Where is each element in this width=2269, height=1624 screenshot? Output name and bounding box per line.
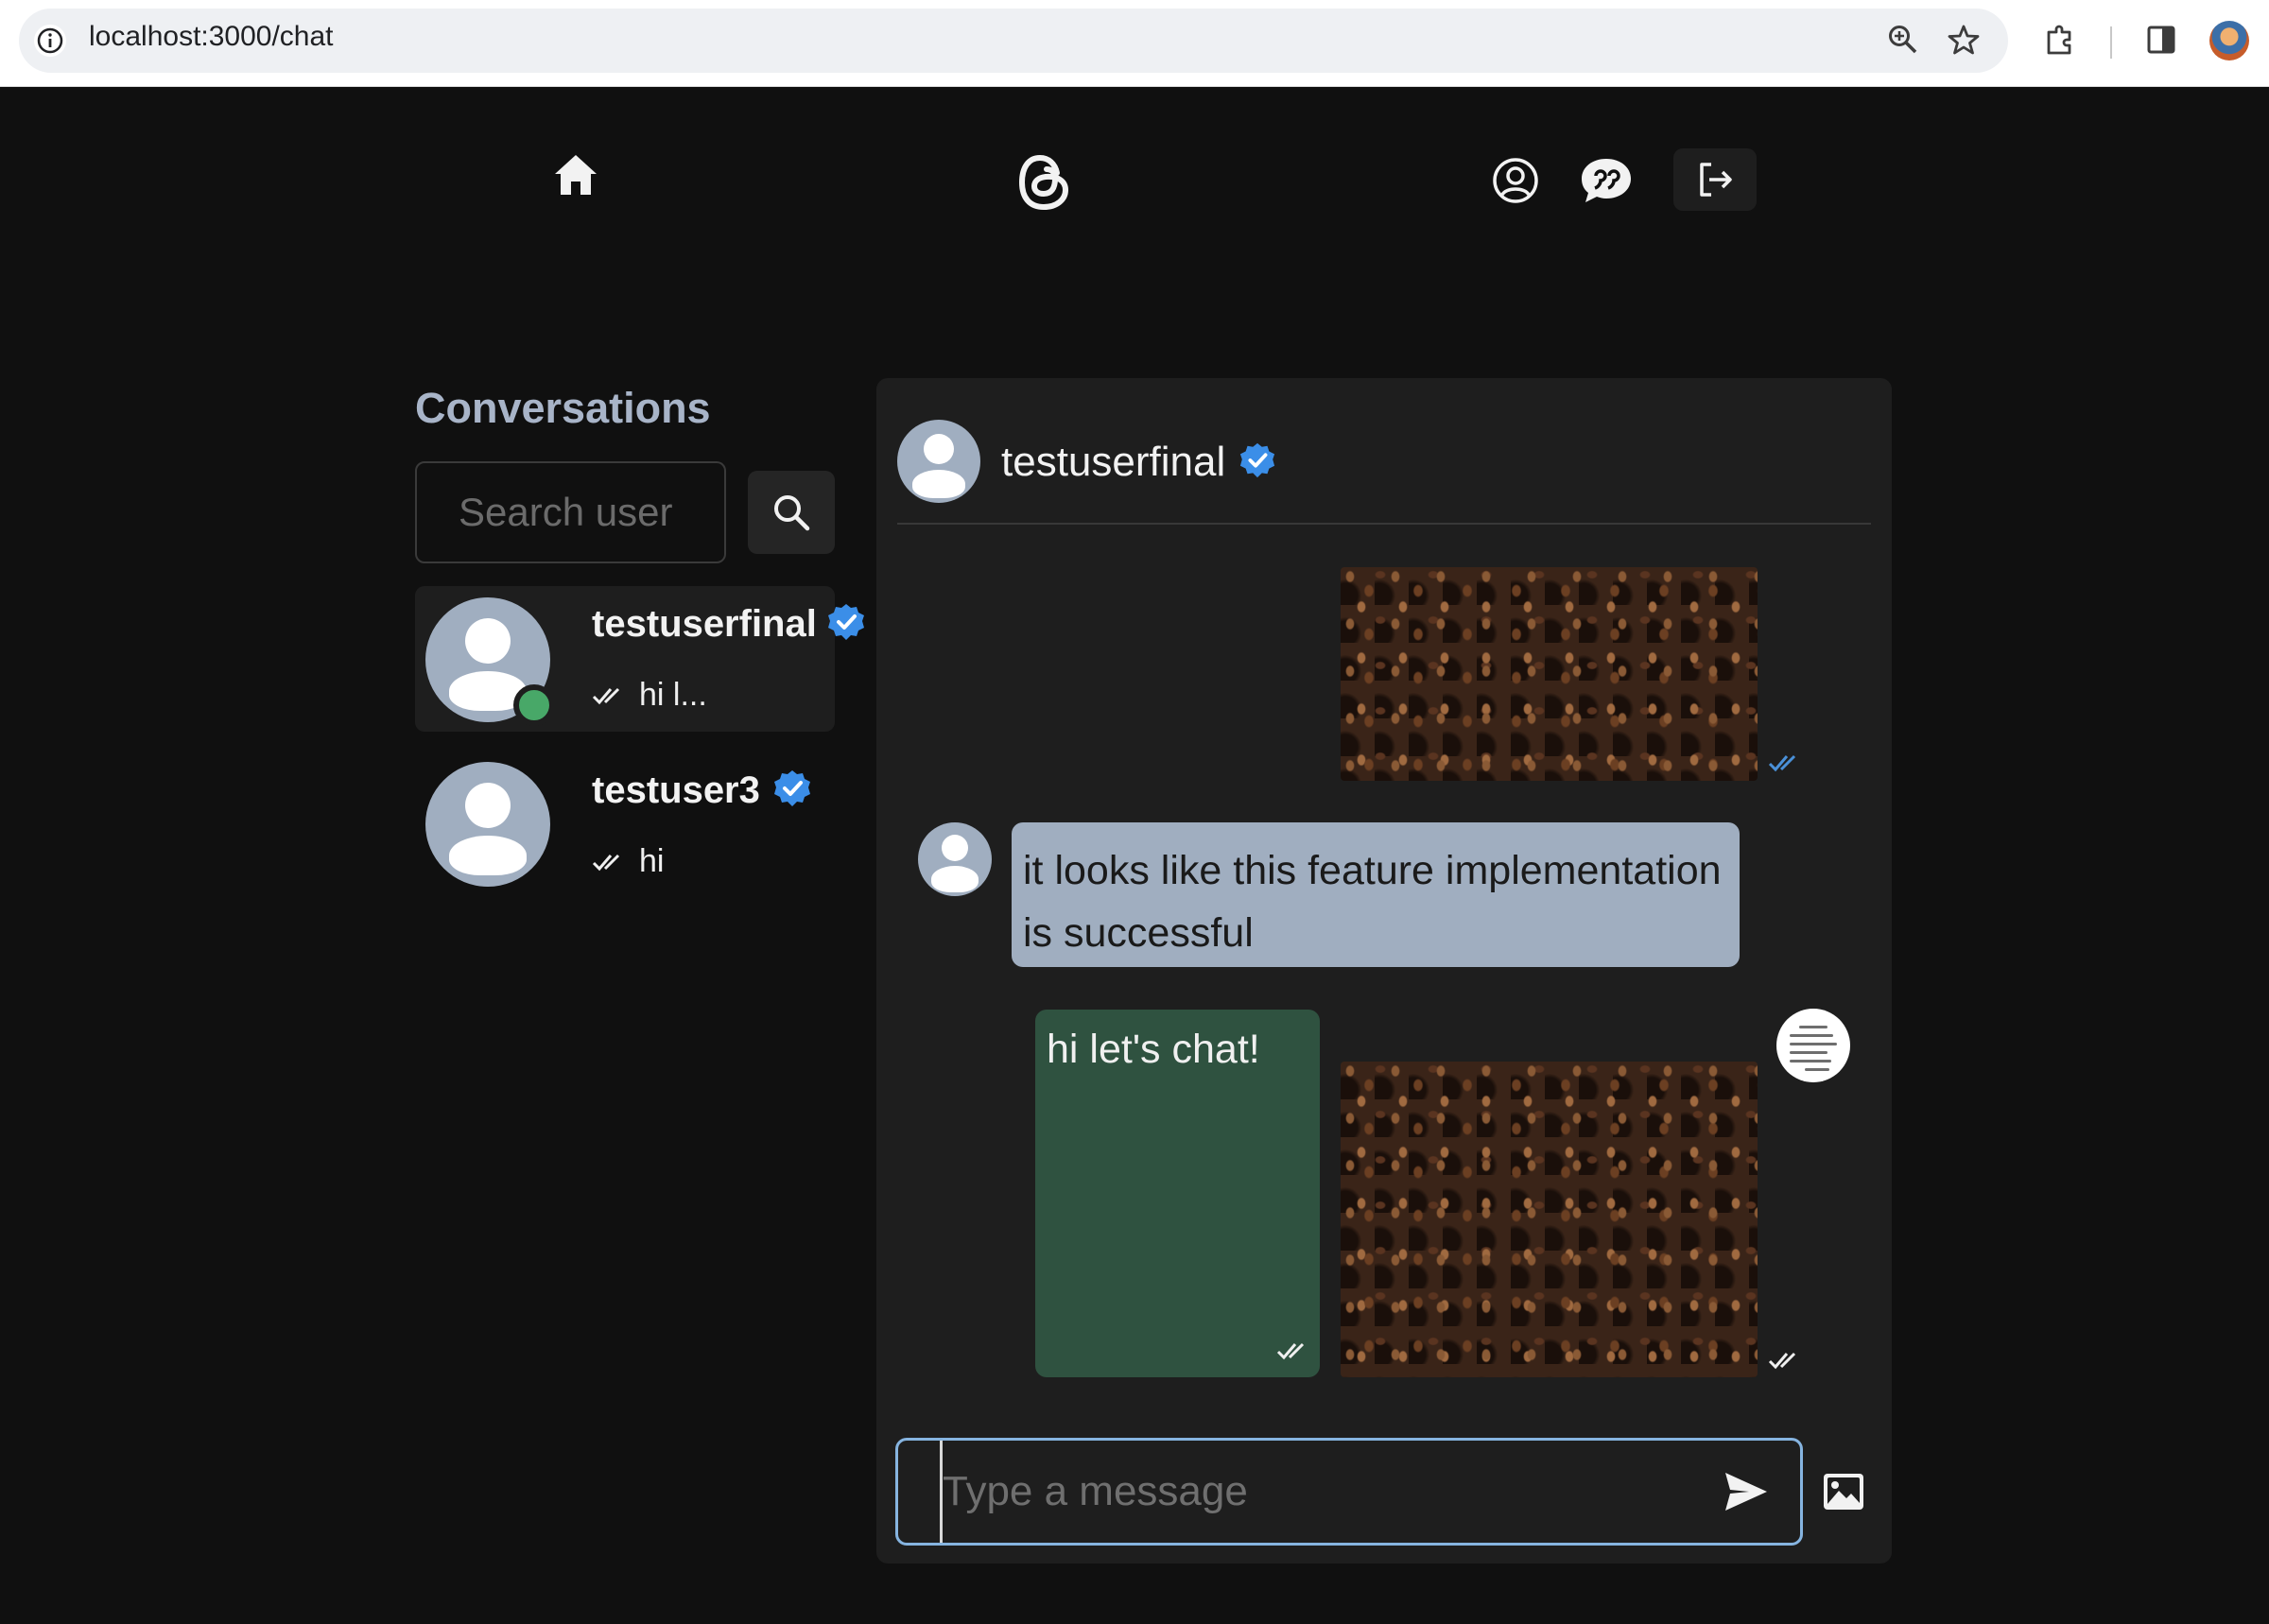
sent-message-bubble: hi let's chat!: [1035, 1010, 1320, 1377]
double-check-icon: [592, 854, 620, 871]
conversation-name: testuser3: [592, 769, 760, 811]
received-message-bubble: it looks like this feature implementatio…: [1012, 822, 1740, 967]
online-indicator: [513, 684, 555, 726]
seen-double-check-icon: [1768, 754, 1796, 772]
url-text[interactable]: localhost:3000/chat: [89, 21, 334, 53]
message-sender-avatar[interactable]: [918, 822, 992, 896]
bookmark-star-icon[interactable]: [1945, 21, 1983, 59]
user-circle-icon[interactable]: [1490, 155, 1541, 206]
my-avatar[interactable]: [1776, 1009, 1850, 1082]
logout-button[interactable]: [1673, 148, 1757, 211]
extensions-icon[interactable]: [2041, 21, 2079, 59]
chat-panel: [876, 378, 1892, 1564]
last-message-text: hi: [639, 843, 665, 879]
home-icon[interactable]: [550, 151, 601, 199]
threads-logo-icon[interactable]: [1016, 151, 1073, 214]
chat-bubble-icon[interactable]: [1579, 155, 1634, 206]
search-icon: [774, 495, 810, 531]
last-message-preview: hi: [592, 843, 664, 880]
conversation-item-testuserfinal[interactable]: testuserfinal hi l...: [415, 586, 864, 732]
side-panel-icon[interactable]: [2142, 21, 2180, 59]
message-input-container: [895, 1438, 1803, 1546]
conversations-title: Conversations: [415, 384, 711, 432]
chat-recipient-avatar[interactable]: [897, 420, 980, 503]
zoom-icon[interactable]: [1884, 21, 1922, 59]
double-check-icon: [1768, 1352, 1796, 1370]
toolbar-divider: [2110, 26, 2112, 59]
verified-badge-icon: [828, 604, 864, 640]
conversation-item-testuser3[interactable]: testuser3 hi: [415, 752, 835, 898]
chat-recipient-name: testuserfinal: [1001, 439, 1226, 485]
last-message-text: hi l...: [639, 677, 707, 713]
site-info-icon[interactable]: [34, 25, 66, 57]
double-check-icon: [1276, 1342, 1305, 1360]
image-icon[interactable]: [1822, 1472, 1865, 1512]
last-message-preview: hi l...: [592, 677, 707, 714]
search-button[interactable]: [748, 471, 835, 554]
search-user-input[interactable]: [415, 461, 726, 563]
sent-message-text: hi let's chat!: [1047, 1027, 1260, 1072]
verified-badge-icon: [774, 770, 810, 806]
send-icon[interactable]: [1723, 1469, 1770, 1514]
logout-icon: [1700, 163, 1732, 197]
message-input[interactable]: [940, 1441, 1680, 1543]
avatar: [425, 762, 550, 887]
conversation-name: testuserfinal: [592, 603, 817, 645]
message-image[interactable]: [1341, 567, 1758, 781]
message-image[interactable]: [1341, 1062, 1758, 1377]
browser-toolbar: localhost:3000/chat: [0, 0, 2269, 87]
chat-header-divider: [897, 523, 1871, 525]
verified-badge-icon: [1239, 442, 1275, 478]
browser-profile-avatar[interactable]: [2209, 21, 2249, 60]
double-check-icon: [592, 687, 620, 704]
